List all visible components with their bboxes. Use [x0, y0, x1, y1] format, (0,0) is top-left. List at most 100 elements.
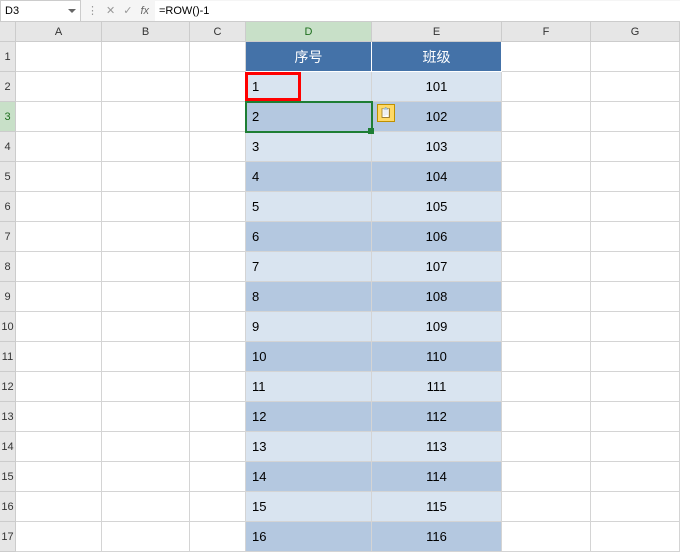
- cell-C12[interactable]: [190, 372, 246, 402]
- cell-F6[interactable]: [502, 192, 591, 222]
- cell-B11[interactable]: [102, 342, 190, 372]
- cell-G17[interactable]: [591, 522, 680, 552]
- row-header-12[interactable]: 12: [0, 372, 16, 402]
- cell-A11[interactable]: [16, 342, 102, 372]
- cell-C7[interactable]: [190, 222, 246, 252]
- cell-E1[interactable]: 班级: [372, 42, 502, 72]
- cell-G11[interactable]: [591, 342, 680, 372]
- cell-B14[interactable]: [102, 432, 190, 462]
- cell-D4[interactable]: 3: [246, 132, 372, 162]
- cell-D2[interactable]: 1: [246, 72, 372, 102]
- cell-G1[interactable]: [591, 42, 680, 72]
- cell-A17[interactable]: [16, 522, 102, 552]
- name-box[interactable]: D3: [0, 0, 81, 22]
- cell-E11[interactable]: 110: [372, 342, 502, 372]
- cell-G2[interactable]: [591, 72, 680, 102]
- cell-E5[interactable]: 104: [372, 162, 502, 192]
- cell-C8[interactable]: [190, 252, 246, 282]
- cell-C9[interactable]: [190, 282, 246, 312]
- cell-F1[interactable]: [502, 42, 591, 72]
- accept-icon[interactable]: ✓: [123, 4, 132, 17]
- cell-B5[interactable]: [102, 162, 190, 192]
- cell-B13[interactable]: [102, 402, 190, 432]
- cell-B1[interactable]: [102, 42, 190, 72]
- cell-A8[interactable]: [16, 252, 102, 282]
- cell-G12[interactable]: [591, 372, 680, 402]
- cell-D3[interactable]: 2: [246, 102, 372, 132]
- row-header-5[interactable]: 5: [0, 162, 16, 192]
- cell-C11[interactable]: [190, 342, 246, 372]
- name-box-dropdown-icon[interactable]: [68, 9, 76, 13]
- cell-E9[interactable]: 108: [372, 282, 502, 312]
- cell-B17[interactable]: [102, 522, 190, 552]
- row-header-7[interactable]: 7: [0, 222, 16, 252]
- cell-F12[interactable]: [502, 372, 591, 402]
- col-header-G[interactable]: G: [591, 22, 680, 42]
- cell-G9[interactable]: [591, 282, 680, 312]
- cell-G15[interactable]: [591, 462, 680, 492]
- cancel-icon[interactable]: ✕: [106, 4, 115, 17]
- row-header-3[interactable]: 3: [0, 102, 16, 132]
- fx-icon[interactable]: fx: [140, 5, 149, 17]
- cell-C14[interactable]: [190, 432, 246, 462]
- cell-G4[interactable]: [591, 132, 680, 162]
- col-header-A[interactable]: A: [16, 22, 102, 42]
- cell-E4[interactable]: 103: [372, 132, 502, 162]
- cell-B2[interactable]: [102, 72, 190, 102]
- cell-D13[interactable]: 12: [246, 402, 372, 432]
- cell-E6[interactable]: 105: [372, 192, 502, 222]
- cell-F8[interactable]: [502, 252, 591, 282]
- cell-B6[interactable]: [102, 192, 190, 222]
- cell-B8[interactable]: [102, 252, 190, 282]
- cell-F17[interactable]: [502, 522, 591, 552]
- cell-D11[interactable]: 10: [246, 342, 372, 372]
- row-header-15[interactable]: 15: [0, 462, 16, 492]
- row-header-8[interactable]: 8: [0, 252, 16, 282]
- cell-D8[interactable]: 7: [246, 252, 372, 282]
- cell-E13[interactable]: 112: [372, 402, 502, 432]
- cell-D6[interactable]: 5: [246, 192, 372, 222]
- row-header-14[interactable]: 14: [0, 432, 16, 462]
- cell-D9[interactable]: 8: [246, 282, 372, 312]
- cell-E14[interactable]: 113: [372, 432, 502, 462]
- col-header-D[interactable]: D: [246, 22, 372, 42]
- cell-D1[interactable]: 序号: [246, 42, 372, 72]
- cell-B4[interactable]: [102, 132, 190, 162]
- cell-A5[interactable]: [16, 162, 102, 192]
- cell-A16[interactable]: [16, 492, 102, 522]
- cell-D16[interactable]: 15: [246, 492, 372, 522]
- cell-C4[interactable]: [190, 132, 246, 162]
- cell-C6[interactable]: [190, 192, 246, 222]
- cell-A7[interactable]: [16, 222, 102, 252]
- row-header-17[interactable]: 17: [0, 522, 16, 552]
- cell-B9[interactable]: [102, 282, 190, 312]
- cell-D10[interactable]: 9: [246, 312, 372, 342]
- cell-A3[interactable]: [16, 102, 102, 132]
- cell-C10[interactable]: [190, 312, 246, 342]
- cell-F9[interactable]: [502, 282, 591, 312]
- row-header-10[interactable]: 10: [0, 312, 16, 342]
- cell-G3[interactable]: [591, 102, 680, 132]
- cell-D7[interactable]: 6: [246, 222, 372, 252]
- cell-A4[interactable]: [16, 132, 102, 162]
- cell-F13[interactable]: [502, 402, 591, 432]
- cell-F4[interactable]: [502, 132, 591, 162]
- col-header-E[interactable]: E: [372, 22, 502, 42]
- cell-C17[interactable]: [190, 522, 246, 552]
- cell-C1[interactable]: [190, 42, 246, 72]
- cell-F7[interactable]: [502, 222, 591, 252]
- cell-B7[interactable]: [102, 222, 190, 252]
- formula-input[interactable]: [155, 1, 680, 21]
- cell-B3[interactable]: [102, 102, 190, 132]
- cell-C13[interactable]: [190, 402, 246, 432]
- cell-C16[interactable]: [190, 492, 246, 522]
- cell-G5[interactable]: [591, 162, 680, 192]
- dots-icon[interactable]: ⋮: [87, 4, 98, 17]
- cell-E10[interactable]: 109: [372, 312, 502, 342]
- cell-A6[interactable]: [16, 192, 102, 222]
- cell-A15[interactable]: [16, 462, 102, 492]
- cell-D15[interactable]: 14: [246, 462, 372, 492]
- cell-F15[interactable]: [502, 462, 591, 492]
- cell-G16[interactable]: [591, 492, 680, 522]
- cell-F14[interactable]: [502, 432, 591, 462]
